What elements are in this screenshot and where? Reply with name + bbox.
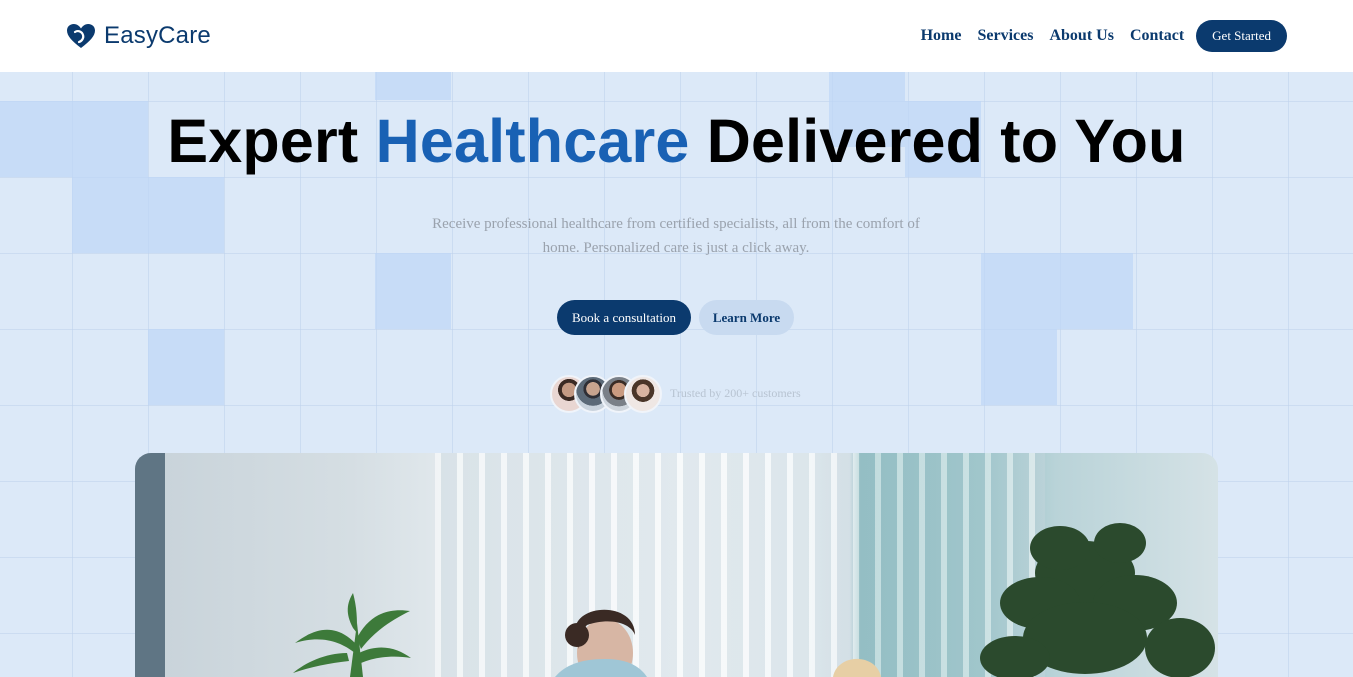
hero-title-part: Expert bbox=[167, 107, 376, 175]
learn-more-button[interactable]: Learn More bbox=[699, 300, 794, 335]
customer-avatars bbox=[550, 375, 662, 413]
avatar bbox=[624, 375, 662, 413]
photo-scene bbox=[293, 523, 1215, 677]
grid-tile bbox=[72, 177, 148, 253]
hero-title: Expert Healthcare Delivered to You bbox=[0, 106, 1353, 176]
grid-tile bbox=[375, 71, 451, 100]
grid-tile bbox=[375, 253, 451, 329]
grid-tile bbox=[981, 329, 1057, 405]
nav-home-link[interactable]: Home bbox=[921, 27, 962, 45]
nav-contact-link[interactable]: Contact bbox=[1130, 27, 1184, 45]
site-header: EasyCare Home Services About Us Contact … bbox=[0, 0, 1353, 72]
brand[interactable]: EasyCare bbox=[66, 22, 211, 50]
hero-title-part: Delivered to You bbox=[689, 107, 1186, 175]
trusted-text: Trusted by 200+ customers bbox=[670, 386, 801, 400]
nav-services-link[interactable]: Services bbox=[977, 27, 1033, 45]
grid-tile bbox=[148, 329, 224, 405]
hero-photo bbox=[135, 453, 1218, 677]
book-consultation-button[interactable]: Book a consultation bbox=[557, 300, 691, 335]
brand-name: EasyCare bbox=[104, 22, 211, 49]
heart-logo-icon bbox=[67, 24, 95, 48]
grid-tile bbox=[1057, 253, 1133, 329]
grid-tile bbox=[148, 177, 224, 253]
nav-about-link[interactable]: About Us bbox=[1049, 27, 1113, 45]
hero-subtitle: Receive professional healthcare from cer… bbox=[432, 216, 920, 256]
hero-title-accent: Healthcare bbox=[375, 107, 690, 175]
get-started-button[interactable]: Get Started bbox=[1196, 20, 1287, 52]
main-nav: Home Services About Us Contact Get Start… bbox=[921, 20, 1287, 52]
grid-tile bbox=[981, 253, 1057, 329]
